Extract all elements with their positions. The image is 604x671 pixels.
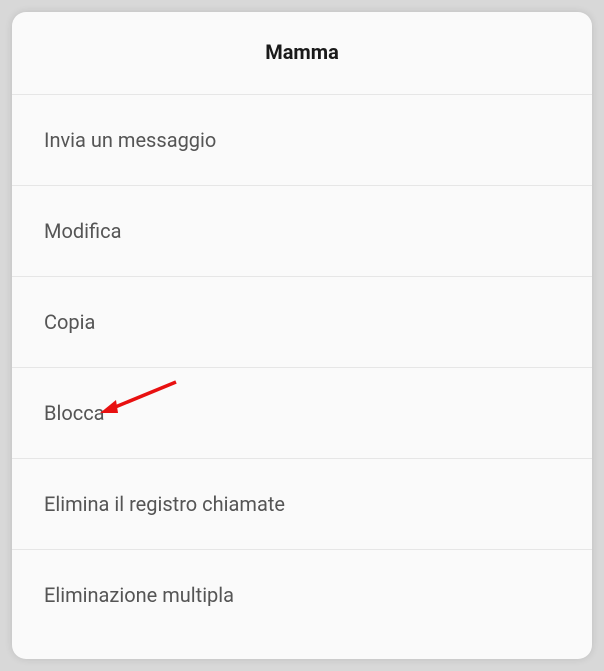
arrow-annotation-icon [96, 378, 186, 418]
menu-item-multi-delete[interactable]: Eliminazione multipla [12, 550, 592, 640]
menu-item-label: Blocca [44, 401, 105, 425]
menu-item-edit[interactable]: Modifica [12, 186, 592, 277]
modal-header: Mamma [12, 12, 592, 95]
menu-item-send-message[interactable]: Invia un messaggio [12, 95, 592, 186]
menu-item-copy[interactable]: Copia [12, 277, 592, 368]
menu-list: Invia un messaggio Modifica Copia Blocca… [12, 95, 592, 659]
menu-item-block[interactable]: Blocca [12, 368, 592, 459]
menu-item-label: Eliminazione multipla [44, 583, 234, 607]
contact-name-title: Mamma [265, 40, 339, 64]
context-menu-modal: Mamma Invia un messaggio Modifica Copia … [12, 12, 592, 659]
menu-item-label: Elimina il registro chiamate [44, 492, 285, 516]
menu-item-label: Invia un messaggio [44, 128, 216, 152]
menu-item-delete-call-log[interactable]: Elimina il registro chiamate [12, 459, 592, 550]
menu-item-label: Modifica [44, 219, 121, 243]
menu-item-label: Copia [44, 310, 95, 334]
